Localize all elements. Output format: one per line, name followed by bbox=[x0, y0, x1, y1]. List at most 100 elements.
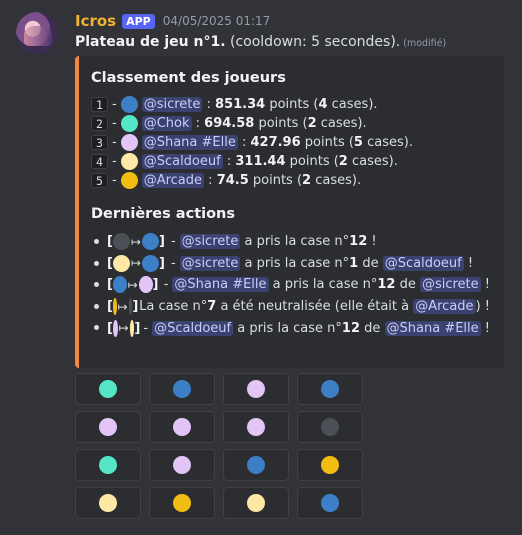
from-color-icon bbox=[112, 233, 130, 251]
cases-label: cases). bbox=[311, 173, 362, 188]
rank-number: 5 bbox=[91, 173, 108, 188]
action-item: [↦] - @sicrete a pris la case n° 12 ! bbox=[91, 231, 490, 253]
action-text: de bbox=[358, 255, 383, 271]
cases-count: 2 bbox=[307, 116, 317, 131]
player-mention[interactable]: @sicrete bbox=[179, 234, 241, 250]
gray-circle-icon bbox=[321, 418, 339, 436]
teal-circle-icon bbox=[99, 380, 117, 398]
board-cell-12[interactable] bbox=[297, 449, 363, 481]
from-color-icon bbox=[112, 298, 117, 316]
action-text: ! bbox=[480, 320, 490, 336]
from-color-icon bbox=[112, 254, 130, 272]
message-content: Plateau de jeu n°1. (cooldown: 5 seconde… bbox=[75, 34, 446, 50]
board-cell-10[interactable] bbox=[149, 449, 215, 481]
case-number: 12 bbox=[377, 277, 396, 293]
board-cell-9[interactable] bbox=[75, 449, 141, 481]
to-color-icon bbox=[142, 254, 160, 272]
board-cell-4[interactable] bbox=[297, 373, 363, 405]
points-label: points ( bbox=[300, 135, 354, 150]
username[interactable]: Icros bbox=[75, 12, 116, 30]
player-mention[interactable]: @sicrete bbox=[179, 255, 241, 271]
board-cell-7[interactable] bbox=[223, 411, 289, 443]
player-color-icon bbox=[120, 153, 138, 170]
points-value: 311.44 bbox=[235, 154, 286, 169]
points-value: 694.58 bbox=[204, 116, 255, 131]
player-mention[interactable]: @Arcade bbox=[141, 173, 205, 188]
arrow-icon: ↦ bbox=[118, 321, 129, 336]
cases-count: 2 bbox=[302, 173, 312, 188]
action-item: [↦] - @Shana #Elle a pris la case n° 12 de … bbox=[91, 274, 490, 296]
rank-number: 4 bbox=[91, 154, 108, 169]
player-mention[interactable]: @Scaldoeuf bbox=[141, 154, 223, 169]
message-header: Icros APP 04/05/2025 01:17 bbox=[75, 11, 270, 31]
lavender-circle-icon bbox=[99, 418, 117, 436]
ranking-row: 4- @Scaldoeuf : 311.44 points (2 cases). bbox=[91, 152, 490, 171]
lavender-circle-icon bbox=[173, 456, 191, 474]
board-cell-5[interactable] bbox=[75, 411, 141, 443]
points-value: 74.5 bbox=[216, 173, 249, 188]
separator: - bbox=[170, 255, 176, 271]
points-label: points ( bbox=[285, 154, 339, 169]
player-color-icon bbox=[120, 115, 138, 132]
points-label: points ( bbox=[265, 97, 319, 112]
player-color-icon bbox=[120, 172, 138, 189]
cream-circle-icon bbox=[247, 494, 265, 512]
lavender-circle-icon bbox=[247, 380, 265, 398]
ranking-list: 1- @sicrete : 851.34 points (4 cases). 2- @… bbox=[91, 95, 490, 190]
separator: - bbox=[112, 154, 117, 169]
avatar[interactable] bbox=[16, 12, 58, 54]
player-mention[interactable]: @Chok bbox=[141, 116, 192, 131]
board-cell-16[interactable] bbox=[297, 487, 363, 519]
previous-owner-mention[interactable]: @Scaldoeuf bbox=[382, 255, 464, 271]
arrow-icon: ↦ bbox=[130, 234, 142, 249]
board-cell-6[interactable] bbox=[149, 411, 215, 443]
points-label: points ( bbox=[248, 173, 303, 188]
cases-label: cases). bbox=[327, 97, 378, 112]
board-cell-3[interactable] bbox=[223, 373, 289, 405]
to-color-icon bbox=[138, 276, 153, 294]
board-cell-13[interactable] bbox=[75, 487, 141, 519]
separator: - bbox=[112, 116, 117, 131]
bracket-close: ] bbox=[132, 299, 139, 315]
player-mention[interactable]: @sicrete bbox=[141, 97, 203, 112]
board-cell-11[interactable] bbox=[223, 449, 289, 481]
board-cell-2[interactable] bbox=[149, 373, 215, 405]
cases-count: 5 bbox=[353, 135, 363, 150]
player-mention[interactable]: @Shana #Elle bbox=[172, 277, 269, 293]
colon: : bbox=[202, 97, 216, 112]
board-cell-15[interactable] bbox=[223, 487, 289, 519]
previous-owner-mention[interactable]: @Arcade bbox=[413, 299, 476, 315]
blue-circle-icon bbox=[247, 456, 265, 474]
previous-owner-mention[interactable]: @sicrete bbox=[419, 277, 481, 293]
points-value: 427.96 bbox=[250, 135, 301, 150]
action-text: de bbox=[395, 277, 420, 293]
separator: - bbox=[112, 97, 117, 112]
board-cell-1[interactable] bbox=[75, 373, 141, 405]
rank-number: 2 bbox=[91, 116, 108, 131]
bracket-close: ] bbox=[152, 277, 159, 293]
action-text: ! bbox=[480, 277, 490, 293]
ranking-row: 1- @sicrete : 851.34 points (4 cases). bbox=[91, 95, 490, 114]
bracket-close: ] bbox=[159, 234, 165, 250]
player-mention[interactable]: @Shana #Elle bbox=[141, 135, 238, 150]
player-mention[interactable]: @Scaldoeuf bbox=[152, 320, 234, 336]
action-text: a pris la case n° bbox=[240, 255, 350, 271]
blue-circle-icon bbox=[173, 380, 191, 398]
app-badge: APP bbox=[122, 13, 155, 29]
timestamp[interactable]: 04/05/2025 01:17 bbox=[163, 14, 271, 28]
case-number: 7 bbox=[207, 299, 217, 315]
action-text: a pris la case n° bbox=[268, 277, 378, 293]
board-title: Plateau de jeu n°1. bbox=[75, 34, 226, 50]
embed: Classement des joueurs 1- @sicrete : 851.… bbox=[75, 56, 504, 368]
board-cell-8[interactable] bbox=[297, 411, 363, 443]
separator: - bbox=[112, 173, 117, 188]
cases-label: cases). bbox=[362, 135, 413, 150]
board-cell-14[interactable] bbox=[149, 487, 215, 519]
lavender-circle-icon bbox=[247, 418, 265, 436]
action-text: a été neutralisée (elle était à bbox=[216, 299, 414, 315]
action-text: ! bbox=[463, 255, 474, 271]
separator: - bbox=[170, 234, 176, 250]
from-color-icon bbox=[112, 319, 118, 337]
case-number: 1 bbox=[349, 255, 359, 271]
previous-owner-mention[interactable]: @Shana #Elle bbox=[384, 320, 481, 336]
